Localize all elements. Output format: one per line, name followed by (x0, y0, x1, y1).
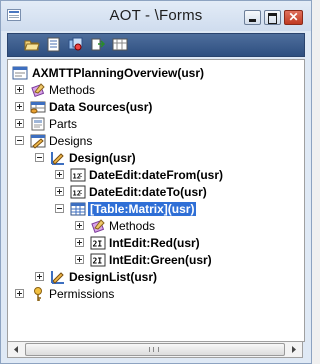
horizontal-scrollbar[interactable] (7, 341, 303, 358)
tree-node-label: Methods (49, 83, 96, 97)
expand-icon[interactable] (15, 102, 24, 111)
expand-icon[interactable] (15, 85, 24, 94)
compile-icon[interactable] (68, 37, 84, 52)
tree-node-permissions[interactable]: Permissions (8, 286, 304, 303)
title-bar[interactable]: AOT - \Forms ✕ (1, 1, 311, 31)
expand-icon[interactable] (35, 272, 44, 281)
tree-node-label: Data Sources(usr) (49, 100, 153, 114)
tree-node-label: IntEdit:Red(usr) (109, 236, 200, 250)
close-button[interactable]: ✕ (284, 10, 303, 25)
tree-node-design-list[interactable]: DesignList(usr) (8, 269, 304, 286)
tree-node-date-to[interactable]: 12 DateEdit:dateTo(usr) (8, 184, 304, 201)
import-icon[interactable] (90, 37, 106, 52)
key-icon (30, 286, 46, 302)
parts-icon (30, 116, 46, 132)
tree-node-label: DateEdit:dateFrom(usr) (89, 168, 224, 182)
tree-node-label: AXMTTPlanningOverview(usr) (32, 66, 205, 80)
collapse-icon[interactable] (15, 136, 24, 145)
expand-icon[interactable] (75, 238, 84, 247)
expand-icon[interactable] (15, 119, 24, 128)
tree-node-int-green[interactable]: 2I IntEdit:Green(usr) (8, 252, 304, 269)
methods-icon (30, 82, 46, 98)
int-edit-icon: 2I (90, 252, 106, 268)
tree-node-label: Designs (49, 134, 93, 148)
svg-text:2I: 2I (93, 257, 103, 266)
tree-node-int-red[interactable]: 2I IntEdit:Red(usr) (8, 235, 304, 252)
tree-node-label: [Table:Matrix](usr) (86, 201, 198, 217)
tree-node-parts[interactable]: Parts (8, 116, 304, 133)
tree-node-designs[interactable]: Designs (8, 133, 304, 150)
tree-node-design[interactable]: Design(usr) (8, 150, 304, 167)
toolbar (7, 33, 305, 57)
tree-node-label: DesignList(usr) (69, 270, 158, 284)
filter-icon[interactable] (112, 37, 128, 52)
maximize-button[interactable] (264, 10, 281, 25)
table-icon (70, 201, 86, 217)
tree-node-table-matrix[interactable]: [Table:Matrix](usr) (8, 201, 304, 218)
designs-icon (30, 133, 46, 149)
tree-node-label: Permissions (49, 287, 115, 301)
properties-icon[interactable] (46, 37, 62, 52)
tree-node-methods[interactable]: Methods (8, 82, 304, 99)
scrollbar-thumb[interactable] (25, 343, 285, 356)
collapse-icon[interactable] (35, 153, 44, 162)
expand-icon[interactable] (55, 170, 64, 179)
date-edit-icon: 12 (70, 167, 86, 183)
expand-icon[interactable] (55, 187, 64, 196)
expand-icon[interactable] (15, 289, 24, 298)
aot-window: AOT - \Forms ✕ AXMTTPlanningOverview(usr… (0, 0, 312, 364)
form-icon (12, 65, 28, 81)
tree-node-label: Design(usr) (69, 151, 136, 165)
data-sources-icon (30, 99, 46, 115)
design-icon (50, 150, 66, 166)
tree-node-label: IntEdit:Green(usr) (109, 253, 212, 267)
expand-icon[interactable] (75, 221, 84, 230)
open-icon[interactable] (24, 37, 40, 52)
tree-node-data-sources[interactable]: Data Sources(usr) (8, 99, 304, 116)
tree-node-label: Parts (49, 117, 78, 131)
svg-text:12: 12 (73, 190, 81, 198)
tree-node-label: DateEdit:dateTo(usr) (89, 185, 207, 199)
minimize-button[interactable] (244, 10, 261, 25)
aot-tree[interactable]: AXMTTPlanningOverview(usr) Methods Data … (7, 59, 305, 342)
close-icon: ✕ (288, 10, 299, 24)
expand-icon[interactable] (75, 255, 84, 264)
design-list-icon (50, 269, 66, 285)
methods-icon (90, 218, 106, 234)
svg-text:2I: 2I (93, 240, 103, 249)
date-edit-icon: 12 (70, 184, 86, 200)
tree-node-root[interactable]: AXMTTPlanningOverview(usr) (8, 65, 304, 82)
tree-node-date-from[interactable]: 12 DateEdit:dateFrom(usr) (8, 167, 304, 184)
tree-node-matrix-methods[interactable]: Methods (8, 218, 304, 235)
int-edit-icon: 2I (90, 235, 106, 251)
tree-node-label: Methods (109, 219, 156, 233)
scroll-left-button[interactable] (8, 342, 24, 357)
scroll-right-button[interactable] (286, 342, 302, 357)
collapse-icon[interactable] (55, 204, 64, 213)
svg-text:12: 12 (73, 173, 81, 181)
